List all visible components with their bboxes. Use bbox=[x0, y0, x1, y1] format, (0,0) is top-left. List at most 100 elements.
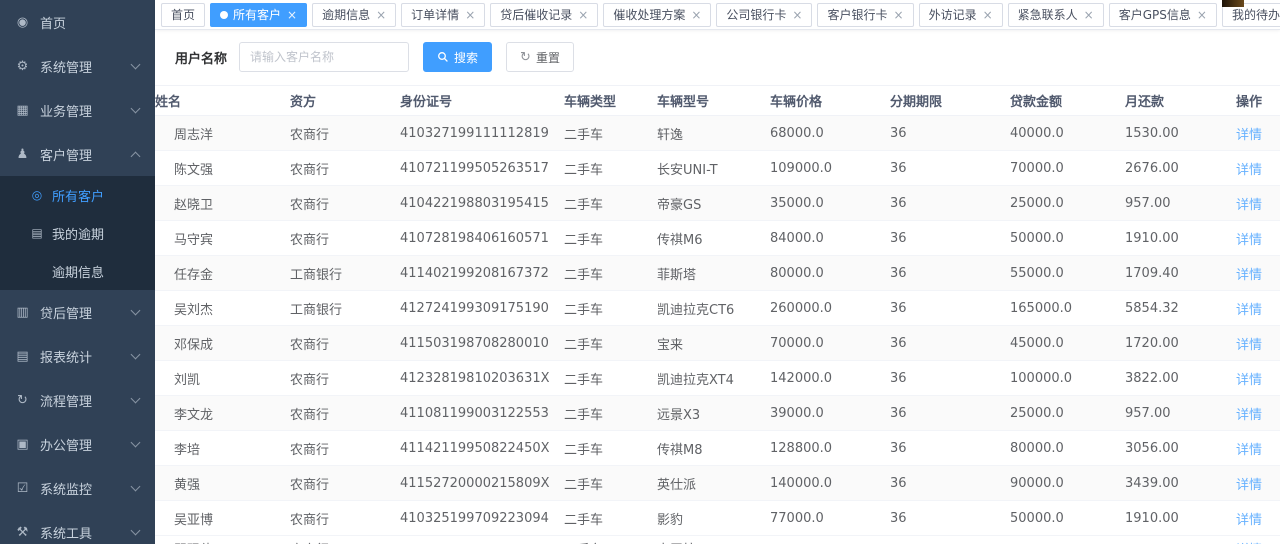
cell-vehicle-price: 109000.0 bbox=[770, 151, 890, 186]
tab[interactable]: 客户银行卡 × bbox=[817, 3, 913, 27]
detail-link[interactable]: 详情 bbox=[1236, 478, 1262, 493]
cell-term: 36 bbox=[890, 256, 1010, 291]
cell-name: 李文龙 bbox=[155, 396, 290, 431]
office-clipboard-icon: ▣ bbox=[14, 437, 31, 452]
sidebar-menu-item[interactable]: ⚒ 系统工具 bbox=[0, 510, 155, 544]
cell-loan-amount: 50000.0 bbox=[1010, 221, 1125, 256]
sidebar-submenu-item[interactable]: ▤ 我的逾期 bbox=[0, 214, 155, 252]
cell-term: 36 bbox=[890, 361, 1010, 396]
close-icon[interactable]: × bbox=[1197, 9, 1207, 21]
sidebar-menu-item[interactable]: ☑ 系统监控 bbox=[0, 466, 155, 510]
sidebar-menu-item[interactable]: ♟ 客户管理 bbox=[0, 132, 155, 176]
cell-monthly-payment: 1530.00 bbox=[1125, 116, 1235, 151]
sidebar-menu-item[interactable]: ◉ 首页 bbox=[0, 0, 155, 44]
column-header: 操作 bbox=[1235, 86, 1280, 116]
column-header: 姓名 bbox=[155, 86, 290, 116]
cell-name: 吴刘杰 bbox=[155, 291, 290, 326]
sidebar-item-label: 首页 bbox=[40, 13, 139, 32]
sidebar-menu-item[interactable]: ▣ 办公管理 bbox=[0, 422, 155, 466]
cell-id-number: 411402199208167372 bbox=[400, 256, 564, 291]
tab[interactable]: 逾期信息 × bbox=[312, 3, 396, 27]
tab-label: 外访记录 bbox=[929, 6, 977, 23]
reset-button-label: 重置 bbox=[536, 49, 560, 66]
cell-vehicle-type: 二手车 bbox=[564, 326, 657, 361]
cell-vehicle-type: 二手车 bbox=[564, 116, 657, 151]
close-icon[interactable]: × bbox=[578, 9, 588, 21]
cell-term: 36 bbox=[890, 116, 1010, 151]
search-button[interactable]: 搜索 bbox=[423, 42, 492, 72]
detail-link[interactable]: 详情 bbox=[1236, 513, 1262, 528]
customer-name-input[interactable] bbox=[239, 42, 409, 72]
cell-id-number: 410728198406160571 bbox=[400, 221, 564, 256]
tab[interactable]: 贷后催收记录 × bbox=[490, 3, 598, 27]
cell-vehicle-type: 二手车 bbox=[564, 361, 657, 396]
close-icon[interactable]: × bbox=[287, 9, 297, 21]
close-icon[interactable]: × bbox=[792, 9, 802, 21]
detail-link[interactable]: 详情 bbox=[1236, 163, 1262, 178]
close-icon[interactable]: × bbox=[983, 9, 993, 21]
cell-name: 赵晓卫 bbox=[155, 186, 290, 221]
cell-id-number: 411081199003122553 bbox=[400, 396, 564, 431]
reset-button[interactable]: ↻ 重置 bbox=[506, 42, 574, 72]
close-icon[interactable]: × bbox=[1084, 9, 1094, 21]
table-row: 李文龙 农商行 411081199003122553 二手车 远景X3 3900… bbox=[155, 396, 1280, 431]
cell-funder: 工商银行 bbox=[290, 256, 400, 291]
tab[interactable]: 客户GPS信息 × bbox=[1109, 3, 1217, 27]
cell-vehicle-type: 二手车 bbox=[564, 396, 657, 431]
sidebar-submenu-item[interactable]: 逾期信息 bbox=[0, 252, 155, 290]
chevron-down-icon bbox=[131, 481, 141, 491]
detail-link[interactable]: 详情 bbox=[1236, 128, 1262, 143]
detail-link[interactable]: 详情 bbox=[1236, 303, 1262, 318]
tab[interactable]: 紧急联系人 × bbox=[1008, 3, 1104, 27]
cell-loan-amount: 100000.0 bbox=[1010, 361, 1125, 396]
cell-vehicle-price: 128800.0 bbox=[770, 431, 890, 466]
cell-term: 36 bbox=[890, 466, 1010, 501]
close-icon[interactable]: × bbox=[894, 9, 904, 21]
sidebar-menu-item[interactable]: ⚙ 系统管理 bbox=[0, 44, 155, 88]
cell-id-number: 410422198803195415 bbox=[400, 186, 564, 221]
monitor-check-icon: ☑ bbox=[14, 481, 31, 496]
detail-link[interactable]: 详情 bbox=[1236, 443, 1262, 458]
close-icon[interactable]: × bbox=[465, 9, 475, 21]
close-icon[interactable]: × bbox=[691, 9, 701, 21]
sidebar-item-label: 业务管理 bbox=[40, 101, 132, 120]
cell-funder: 农商行 bbox=[290, 466, 400, 501]
detail-link[interactable]: 详情 bbox=[1236, 338, 1262, 353]
chevron-down-icon bbox=[131, 59, 141, 69]
cell-name: 马守宾 bbox=[155, 221, 290, 256]
detail-link[interactable]: 详情 bbox=[1235, 539, 1280, 544]
sidebar-menu-item[interactable]: ▤ 报表统计 bbox=[0, 334, 155, 378]
cell-vehicle-type: 二手车 bbox=[564, 186, 657, 221]
tab[interactable]: 催收处理方案 × bbox=[603, 3, 711, 27]
detail-link[interactable]: 详情 bbox=[1236, 268, 1262, 283]
column-header: 身份证号 bbox=[400, 86, 564, 116]
table-row: 吴刘杰 工商银行 412724199309175190 二手车 凯迪拉克CT6 … bbox=[155, 291, 1280, 326]
sidebar-submenu-item[interactable]: ◎ 所有客户 bbox=[0, 176, 155, 214]
cell-monthly-payment: 957.00 bbox=[1125, 396, 1235, 431]
tab[interactable]: 订单详情 × bbox=[401, 3, 485, 27]
sidebar-menu-item[interactable]: ↻ 流程管理 bbox=[0, 378, 155, 422]
cell-funder: 农商行 bbox=[290, 431, 400, 466]
column-header: 资方 bbox=[290, 86, 400, 116]
detail-link[interactable]: 详情 bbox=[1236, 408, 1262, 423]
detail-link[interactable]: 详情 bbox=[1236, 373, 1262, 388]
partial-table-row: 翟现伟 农商行 二手车 卡罗拉 详情 bbox=[155, 536, 1280, 544]
close-icon[interactable]: × bbox=[376, 9, 386, 21]
detail-link[interactable]: 详情 bbox=[1236, 198, 1262, 213]
tab-label: 客户银行卡 bbox=[827, 6, 887, 23]
tab[interactable]: 外访记录 × bbox=[919, 3, 1003, 27]
sidebar-menu-item[interactable]: ▥ 贷后管理 bbox=[0, 290, 155, 334]
tab[interactable]: 所有客户 × bbox=[210, 3, 307, 27]
column-header: 月还款 bbox=[1125, 86, 1235, 116]
sidebar-menu-item[interactable]: ▦ 业务管理 bbox=[0, 88, 155, 132]
cell-vehicle-price: 70000.0 bbox=[770, 326, 890, 361]
sidebar-item-label: 系统监控 bbox=[40, 479, 132, 498]
cell-vehicle-price: 77000.0 bbox=[770, 501, 890, 536]
detail-link[interactable]: 详情 bbox=[1236, 233, 1262, 248]
tab[interactable]: 公司银行卡 × bbox=[716, 3, 812, 27]
tab-label: 所有客户 bbox=[233, 6, 281, 23]
tab[interactable]: 首页 bbox=[161, 3, 205, 27]
cell-name: 翟现伟 bbox=[155, 539, 290, 544]
cell-vehicle-model: 帝豪GS bbox=[657, 186, 770, 221]
cell-loan-amount: 80000.0 bbox=[1010, 431, 1125, 466]
